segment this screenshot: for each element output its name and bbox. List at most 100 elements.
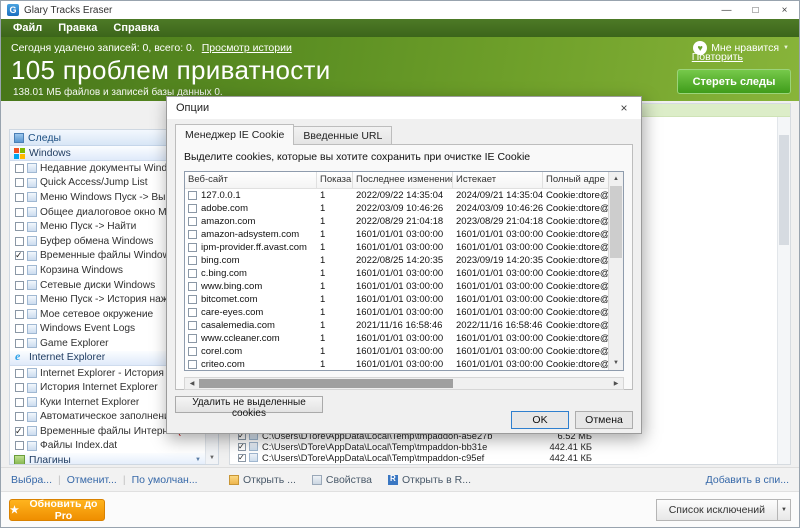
site-name: adobe.com — [201, 203, 248, 214]
menu-item[interactable]: Файл — [5, 22, 50, 34]
table-row[interactable]: www.ccleaner.com11601/01/01 03:00:001601… — [185, 332, 608, 345]
table-row[interactable]: 127.0.0.112022/09/22 14:35:042024/09/21 … — [185, 189, 608, 202]
checkbox[interactable] — [15, 398, 24, 407]
item-icon — [27, 251, 37, 261]
chevron-down-icon[interactable]: ▼ — [778, 499, 791, 521]
item-label: Quick Access/Jump List — [40, 177, 148, 188]
table-row[interactable]: adobe.com12022/03/09 10:46:262024/03/09 … — [185, 202, 608, 215]
scroll-thumb[interactable] — [779, 135, 789, 245]
table-row[interactable]: www.bing.com11601/01/01 03:00:001601/01/… — [185, 280, 608, 293]
row-checkbox[interactable] — [188, 204, 197, 213]
checkbox[interactable] — [15, 369, 24, 378]
file-row[interactable]: C:\Users\DTore\AppData\Local\Temp\tmpadd… — [230, 452, 777, 463]
table-row[interactable]: corel.com11601/01/01 03:00:001601/01/01 … — [185, 345, 608, 358]
column-header[interactable]: Веб-сайт — [185, 172, 317, 188]
scroll-down-icon[interactable]: ▼ — [206, 452, 218, 464]
checkbox[interactable] — [15, 208, 24, 217]
results-scrollbar[interactable] — [777, 117, 790, 464]
menu-item[interactable]: Справка — [105, 22, 167, 34]
checkbox[interactable] — [15, 193, 24, 202]
minimize-icon[interactable]: — — [712, 1, 741, 19]
row-checkbox[interactable] — [188, 308, 197, 317]
sidebar-item[interactable]: Файлы Index.dat — [10, 439, 205, 454]
checkbox[interactable] — [238, 454, 246, 462]
row-checkbox[interactable] — [188, 230, 197, 239]
row-checkbox[interactable] — [188, 256, 197, 265]
view-history-link[interactable]: Просмотр истории — [202, 42, 292, 54]
row-checkbox[interactable] — [188, 217, 197, 226]
column-header[interactable]: Последнее изменение — [353, 172, 453, 188]
checkbox[interactable] — [15, 164, 24, 173]
footer-link[interactable]: По умолчан... — [132, 474, 198, 486]
sidebar-group-plugins[interactable]: Плагины▼ — [10, 453, 205, 464]
checkbox[interactable] — [15, 324, 24, 333]
table-row[interactable]: bing.com12022/08/25 14:20:352023/09/19 1… — [185, 254, 608, 267]
exclusions-list-button[interactable]: Список исключений — [656, 499, 778, 521]
checkbox[interactable] — [15, 310, 24, 319]
checkbox[interactable] — [15, 237, 24, 246]
checkbox[interactable] — [15, 412, 24, 421]
table-row[interactable]: ipm-provider.ff.avast.com11601/01/01 03:… — [185, 241, 608, 254]
table-row[interactable]: bitcomet.com11601/01/01 03:00:001601/01/… — [185, 293, 608, 306]
checkbox[interactable] — [15, 427, 24, 436]
table-row[interactable]: c.bing.com11601/01/01 03:00:001601/01/01… — [185, 267, 608, 280]
row-checkbox[interactable] — [188, 360, 197, 369]
chevron-down-icon[interactable]: ▼ — [195, 457, 201, 463]
table-row[interactable]: casalemedia.com12021/11/16 16:58:462022/… — [185, 319, 608, 332]
scroll-thumb[interactable] — [610, 186, 622, 258]
scroll-down-icon[interactable]: ▼ — [609, 356, 623, 370]
row-checkbox[interactable] — [188, 347, 197, 356]
row-checkbox[interactable] — [188, 334, 197, 343]
row-checkbox[interactable] — [188, 282, 197, 291]
table-cell: 1 — [317, 242, 353, 253]
row-checkbox[interactable] — [188, 269, 197, 278]
vertical-scrollbar[interactable]: ▲ ▼ — [608, 172, 623, 370]
delete-unselected-cookies-button[interactable]: Удалить не выделенные cookies — [175, 396, 323, 413]
footer-action[interactable]: Свойства — [312, 474, 372, 486]
checkbox[interactable] — [15, 266, 24, 275]
close-icon[interactable]: × — [607, 97, 641, 119]
table-row[interactable]: amazon-adsystem.com11601/01/01 03:00:001… — [185, 228, 608, 241]
dialog-title: Опции — [176, 102, 209, 114]
footer-action[interactable]: Открыть в R... — [388, 474, 471, 486]
checkbox[interactable] — [15, 295, 24, 304]
maximize-icon[interactable]: □ — [741, 1, 770, 19]
upgrade-to-pro-button[interactable]: ★ Обновить до Pro — [9, 499, 105, 521]
table-row[interactable]: criteo.com11601/01/01 03:00:001601/01/01… — [185, 358, 608, 370]
checkbox[interactable] — [15, 383, 24, 392]
column-header[interactable]: Полный адре — [543, 172, 608, 188]
table-row[interactable]: amazon.com12022/08/29 21:04:182023/08/29… — [185, 215, 608, 228]
ok-button[interactable]: OK — [511, 411, 569, 429]
footer-link[interactable]: Выбра... — [11, 474, 52, 486]
scroll-left-icon[interactable]: ◀ — [185, 378, 199, 389]
dialog-tab[interactable]: Введенные URL — [293, 126, 392, 145]
row-checkbox[interactable] — [188, 191, 197, 200]
checkbox[interactable] — [15, 441, 24, 450]
scroll-thumb[interactable] — [199, 379, 453, 388]
column-header[interactable]: Показа... — [317, 172, 353, 188]
checkbox[interactable] — [15, 281, 24, 290]
checkbox[interactable] — [238, 443, 246, 451]
scroll-up-icon[interactable]: ▲ — [609, 172, 623, 186]
row-checkbox[interactable] — [188, 295, 197, 304]
scroll-right-icon[interactable]: ▶ — [609, 378, 623, 389]
horizontal-scrollbar[interactable]: ◀ ▶ — [184, 377, 624, 390]
file-row[interactable]: C:\Users\DTore\AppData\Local\Temp\tmpadd… — [230, 441, 777, 452]
checkbox[interactable] — [15, 222, 24, 231]
erase-tracks-button[interactable]: Стереть следы — [677, 69, 791, 94]
checkbox[interactable] — [15, 178, 24, 187]
menu-item[interactable]: Правка — [50, 22, 105, 34]
footer-link[interactable]: Отменит... — [67, 474, 117, 486]
dialog-tab[interactable]: Менеджер IE Cookie — [175, 124, 294, 145]
footer-action[interactable]: Открыть ... — [229, 474, 296, 486]
row-checkbox[interactable] — [188, 243, 197, 252]
row-checkbox[interactable] — [188, 321, 197, 330]
checkbox[interactable] — [15, 339, 24, 348]
column-header[interactable]: Истекает — [453, 172, 543, 188]
cancel-button[interactable]: Отмена — [575, 411, 633, 429]
checkbox[interactable] — [15, 251, 24, 260]
repeat-link[interactable]: Повторить — [692, 51, 743, 63]
table-row[interactable]: care-eyes.com11601/01/01 03:00:001601/01… — [185, 306, 608, 319]
add-to-list-link[interactable]: Добавить в спи... — [706, 474, 789, 486]
close-icon[interactable]: × — [770, 1, 799, 19]
